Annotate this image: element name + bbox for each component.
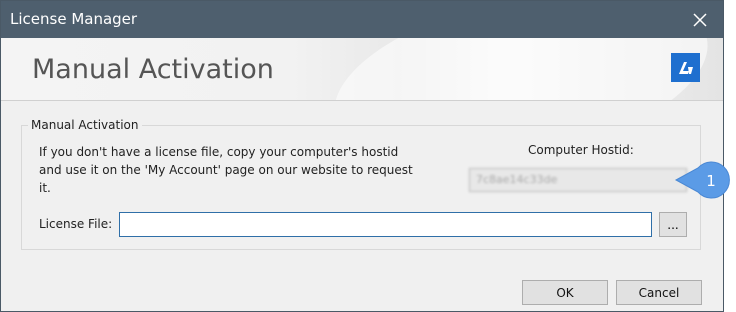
close-icon — [693, 12, 707, 27]
window-title: License Manager — [10, 10, 138, 28]
cancel-button[interactable]: Cancel — [616, 280, 702, 305]
group-legend: Manual Activation — [31, 118, 139, 132]
license-file-label: License File: — [39, 217, 113, 231]
instructions-text: If you don't have a license file, copy y… — [39, 145, 413, 195]
callout-badge: 1 — [674, 161, 730, 199]
license-manager-window: License Manager Manual Activation Manual… — [0, 0, 724, 312]
callout-number: 1 — [706, 172, 716, 190]
license-file-input[interactable] — [119, 212, 652, 237]
hostid-field[interactable]: 7c8ae14c33de — [469, 168, 687, 192]
title-bar: License Manager — [1, 1, 723, 38]
browse-button[interactable]: ... — [659, 212, 687, 237]
bricscad-logo-icon — [671, 53, 700, 82]
banner-decoration — [318, 38, 723, 100]
ok-button[interactable]: OK — [522, 280, 608, 305]
header-banner: Manual Activation — [1, 38, 723, 100]
hostid-label: Computer Hostid: — [528, 143, 634, 157]
logo-glyph — [678, 61, 693, 74]
header-separator — [1, 100, 723, 101]
page-title: Manual Activation — [32, 54, 274, 85]
close-button[interactable] — [677, 1, 723, 38]
